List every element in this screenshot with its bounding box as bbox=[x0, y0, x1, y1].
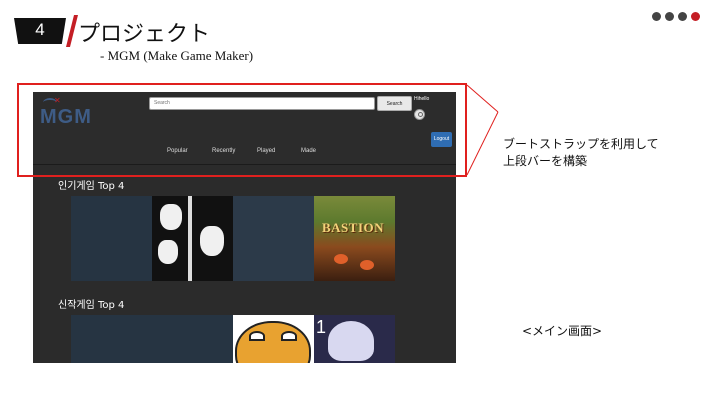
new-games-heading: 신작게임 Top 4 bbox=[58, 300, 125, 311]
slide-number-badge: 4 bbox=[14, 15, 78, 47]
game-card-placeholder[interactable] bbox=[152, 315, 233, 363]
screen-caption: <メイン画面> bbox=[522, 324, 603, 338]
game-card-bastion-thumbnail[interactable]: BASTION bbox=[314, 196, 395, 281]
annotation-line-2: 上段バーを構築 bbox=[503, 154, 588, 168]
game-card-placeholder[interactable] bbox=[233, 196, 314, 281]
game-card-blob-thumbnail[interactable] bbox=[233, 315, 314, 363]
game-card-placeholder[interactable] bbox=[71, 196, 152, 281]
slide-number: 4 bbox=[35, 20, 45, 39]
game-card-manga-thumbnail[interactable] bbox=[152, 196, 233, 281]
annotation-note: ブートストラップを利用して 上段バーを構築 bbox=[503, 136, 703, 170]
dot bbox=[678, 12, 687, 21]
popular-games-heading: 인기게임 Top 4 bbox=[58, 181, 125, 192]
progress-dots bbox=[652, 12, 702, 22]
annotation-line-1: ブートストラップを利用して bbox=[503, 137, 659, 151]
badge-accent bbox=[66, 15, 78, 47]
dot-active bbox=[691, 12, 700, 21]
dot bbox=[652, 12, 661, 21]
game-card-anime-thumbnail[interactable]: 1 bbox=[314, 315, 395, 363]
dot bbox=[665, 12, 674, 21]
slide-subtitle: - MGM (Make Game Maker) bbox=[100, 48, 254, 63]
navbar-highlight-box bbox=[17, 83, 467, 177]
slide-title: プロジェクト bbox=[78, 22, 211, 47]
game-card-placeholder[interactable] bbox=[71, 315, 152, 363]
